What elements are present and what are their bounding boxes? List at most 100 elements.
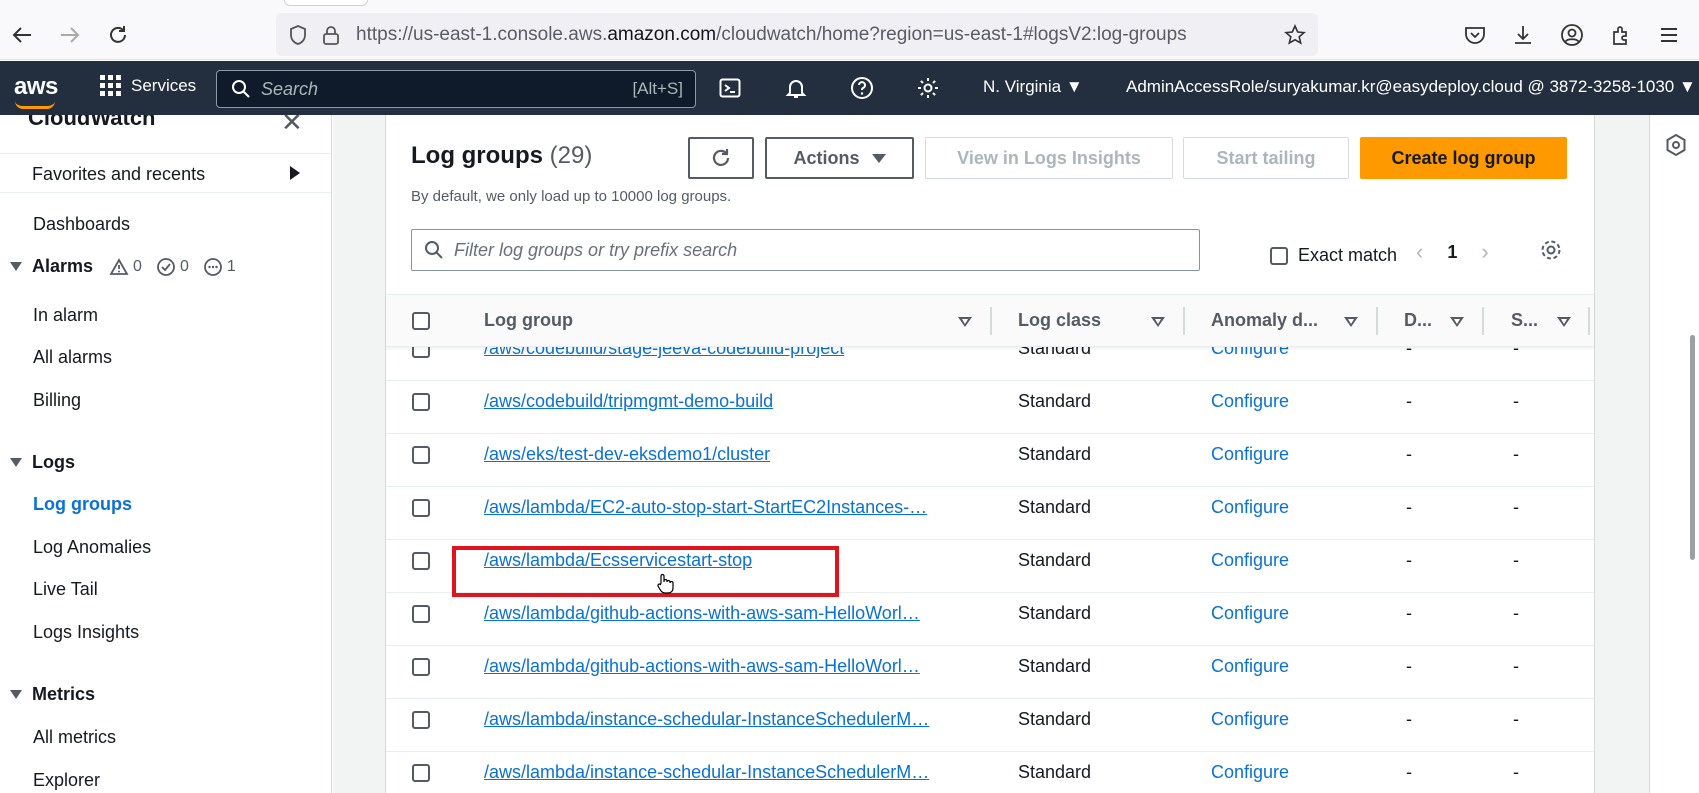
download-icon[interactable] — [1506, 18, 1540, 52]
sidebar-section-logs[interactable]: Logs — [10, 452, 75, 473]
row-checkbox[interactable] — [412, 711, 430, 729]
column-divider[interactable] — [1376, 307, 1378, 335]
sidebar-item-in-alarm[interactable]: In alarm — [33, 305, 98, 326]
sidebar-item-logs-insights[interactable]: Logs Insights — [33, 622, 139, 643]
favorites-and-recents[interactable]: Favorites and recents — [0, 153, 331, 193]
column-divider[interactable] — [1183, 307, 1185, 335]
start-tailing-button[interactable]: Start tailing — [1183, 137, 1349, 179]
close-icon[interactable]: ✕ — [281, 115, 303, 138]
configure-anomaly-link[interactable]: Configure — [1211, 762, 1289, 783]
alarm-count-ok[interactable]: 0 — [156, 257, 189, 277]
console-search-input[interactable]: Search [Alt+S] — [216, 70, 696, 108]
region-selector[interactable]: N. Virginia ▼ — [983, 77, 1083, 97]
cloudshell-icon[interactable] — [717, 75, 743, 101]
log-group-link[interactable]: /aws/codebuild/stage-jeeva-codebuild-pro… — [484, 347, 962, 359]
sidebar-item-live-tail[interactable]: Live Tail — [33, 579, 98, 600]
log-group-link[interactable]: /aws/lambda/github-actions-with-aws-sam-… — [484, 603, 962, 624]
notifications-bell-icon[interactable] — [783, 75, 809, 101]
account-menu[interactable]: AdminAccessRole/suryakumar.kr@easydeploy… — [1126, 77, 1696, 97]
configure-anomaly-link[interactable]: Configure — [1211, 603, 1289, 624]
column-divider[interactable] — [1588, 307, 1590, 335]
sort-icon[interactable] — [1151, 317, 1165, 327]
row-checkbox[interactable] — [412, 347, 430, 358]
create-log-group-button[interactable]: Create log group — [1360, 137, 1567, 179]
sidebar-item-log-groups[interactable]: Log groups — [33, 494, 132, 515]
view-in-logs-insights-button[interactable]: View in Logs Insights — [925, 137, 1173, 179]
column-header-log-class[interactable]: Log class — [1018, 310, 1101, 331]
configure-anomaly-link[interactable]: Configure — [1211, 497, 1289, 518]
select-all-checkbox[interactable] — [412, 312, 430, 330]
row-checkbox[interactable] — [412, 658, 430, 676]
table-preferences-gear-icon[interactable] — [1539, 238, 1563, 267]
page-scrollbar[interactable] — [1690, 335, 1695, 560]
filter-log-groups-input[interactable]: Filter log groups or try prefix search — [411, 229, 1200, 271]
log-group-link[interactable]: /aws/codebuild/tripmgmt-demo-build — [484, 391, 962, 412]
lock-icon[interactable] — [322, 24, 340, 46]
url-text[interactable]: https://us-east-1.console.aws.amazon.com… — [356, 24, 1187, 46]
column-header-anomaly-detection[interactable]: Anomaly d... — [1211, 310, 1318, 331]
configure-anomaly-link[interactable]: Configure — [1211, 656, 1289, 677]
sidebar-item-all-metrics[interactable]: All metrics — [33, 727, 116, 748]
row-checkbox[interactable] — [412, 552, 430, 570]
sort-icon[interactable] — [958, 317, 972, 327]
reload-icon[interactable] — [101, 18, 135, 52]
shield-icon[interactable] — [288, 24, 308, 46]
alarm-count-in-alarm[interactable]: 0 — [109, 258, 142, 276]
log-group-link[interactable]: /aws/lambda/instance-schedular-InstanceS… — [484, 709, 962, 730]
alarm-count-insufficient[interactable]: 1 — [203, 257, 236, 277]
extensions-icon[interactable] — [1604, 18, 1638, 52]
column-header-s[interactable]: S... — [1511, 310, 1538, 331]
refresh-button[interactable] — [688, 137, 754, 179]
settings-gear-icon[interactable] — [915, 75, 941, 101]
chevron-right-icon[interactable]: › — [1481, 239, 1488, 265]
log-group-link[interactable]: /aws/lambda/github-actions-with-aws-sam-… — [484, 656, 962, 677]
row-checkbox[interactable] — [412, 393, 430, 411]
configure-anomaly-link[interactable]: Configure — [1211, 709, 1289, 730]
services-menu[interactable]: Services — [100, 75, 196, 96]
menu-icon[interactable] — [1652, 18, 1686, 52]
search-icon — [425, 241, 443, 259]
log-group-link[interactable]: /aws/lambda/instance-schedular-InstanceS… — [484, 762, 962, 783]
chevron-left-icon[interactable]: ‹ — [1416, 239, 1423, 265]
sort-icon[interactable] — [1450, 317, 1464, 327]
bookmark-star-icon[interactable] — [1284, 23, 1306, 46]
exact-match-toggle[interactable]: Exact match — [1270, 245, 1397, 266]
sidebar-item-dashboards[interactable]: Dashboards — [33, 214, 130, 235]
log-group-link[interactable]: /aws/eks/test-dev-eksdemo1/cluster — [484, 444, 962, 465]
forward-icon[interactable] — [53, 18, 87, 52]
help-panel-icon[interactable] — [1664, 133, 1688, 157]
pocket-icon[interactable] — [1458, 18, 1492, 52]
aws-logo[interactable]: aws — [14, 73, 58, 101]
configure-anomaly-link[interactable]: Configure — [1211, 444, 1289, 465]
row-checkbox[interactable] — [412, 605, 430, 623]
help-icon[interactable] — [849, 75, 875, 101]
table-row: /aws/lambda/github-actions-with-aws-sam-… — [386, 646, 1594, 699]
column-divider[interactable] — [990, 307, 992, 335]
sidebar-item-log-anomalies[interactable]: Log Anomalies — [33, 537, 151, 558]
configure-anomaly-link[interactable]: Configure — [1211, 550, 1289, 571]
column-header-d[interactable]: D... — [1404, 310, 1432, 331]
account-icon[interactable] — [1555, 18, 1589, 52]
sidebar-item-explorer[interactable]: Explorer — [33, 770, 100, 791]
exact-match-checkbox[interactable] — [1270, 246, 1288, 265]
log-group-link[interactable]: /aws/lambda/EC2-auto-stop-start-StartEC2… — [484, 497, 962, 518]
sidebar-item-all-alarms[interactable]: All alarms — [33, 347, 112, 368]
configure-anomaly-link[interactable]: Configure — [1211, 347, 1289, 359]
column-divider[interactable] — [1482, 307, 1484, 335]
back-icon[interactable] — [5, 18, 39, 52]
sort-icon[interactable] — [1344, 317, 1358, 327]
current-page[interactable]: 1 — [1447, 242, 1457, 263]
sidebar-section-alarms[interactable]: Alarms 0 0 1 — [10, 256, 236, 277]
sort-icon[interactable] — [1557, 317, 1571, 327]
sidebar-item-billing[interactable]: Billing — [33, 390, 81, 411]
configure-anomaly-link[interactable]: Configure — [1211, 391, 1289, 412]
address-bar[interactable]: https://us-east-1.console.aws.amazon.com… — [276, 13, 1318, 56]
column-header-log-group[interactable]: Log group — [484, 310, 573, 331]
actions-dropdown-button[interactable]: Actions — [765, 137, 914, 179]
row-checkbox[interactable] — [412, 764, 430, 782]
row-checkbox[interactable] — [412, 446, 430, 464]
aws-logo-smile — [15, 101, 55, 109]
row-checkbox[interactable] — [412, 499, 430, 517]
sidebar-section-metrics[interactable]: Metrics — [10, 684, 95, 705]
browser-tab[interactable] — [284, 0, 368, 6]
